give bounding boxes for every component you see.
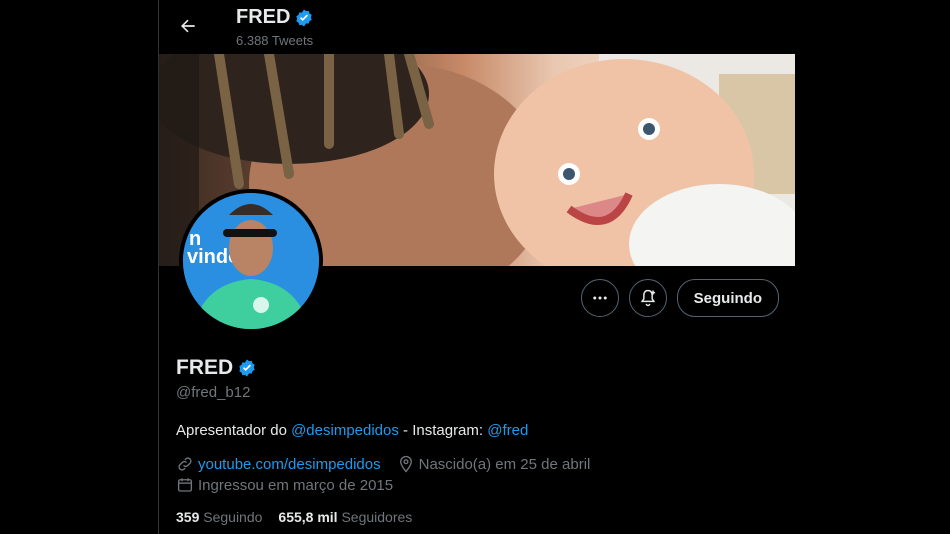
profile-handle: @fred_b12 xyxy=(176,384,251,401)
more-button[interactable] xyxy=(580,279,619,317)
back-arrow-icon xyxy=(178,16,198,36)
more-icon xyxy=(591,289,609,307)
profile-meta-row-2: Ingressou em março de 2015 xyxy=(176,476,393,494)
link-icon xyxy=(176,455,194,473)
followers-label: Seguidores xyxy=(341,509,413,525)
following-button[interactable]: Seguindo xyxy=(676,279,779,317)
joined-text: Ingressou em março de 2015 xyxy=(198,476,394,494)
profile-bio: Apresentador do @desimpedidos - Instagra… xyxy=(176,422,528,439)
bio-mention-desimpedidos[interactable]: @desimpedidos xyxy=(291,422,399,439)
profile-stats: 359 Seguindo 655,8 mil Seguidores xyxy=(176,509,412,525)
profile-actions: Seguindo xyxy=(580,279,779,317)
profile-meta-row-1: youtube.com/desimpedidos Nascido(a) em 2… xyxy=(176,455,590,473)
header-name: FRED xyxy=(236,6,314,29)
verified-badge-icon xyxy=(237,358,257,378)
birthday-text: Nascido(a) em 25 de abril xyxy=(418,455,591,473)
tweet-count: 6.388 Tweets xyxy=(236,33,314,48)
website-link[interactable]: youtube.com/desimpedidos xyxy=(198,456,381,473)
profile-name: FRED xyxy=(176,356,257,380)
location-icon xyxy=(397,455,415,473)
following-count: 359 xyxy=(176,509,200,525)
back-button[interactable] xyxy=(173,11,203,41)
bio-text: Apresentador do xyxy=(176,422,292,439)
avatar[interactable]: n vindos! xyxy=(179,189,323,333)
notification-bell-icon xyxy=(638,288,658,308)
profile-header-bar: FRED 6.388 Tweets xyxy=(159,0,795,54)
following-stat[interactable]: 359 Seguindo xyxy=(176,509,262,525)
following-label: Seguindo xyxy=(203,509,263,525)
bio-text-middle: - Instagram: xyxy=(398,422,488,439)
profile-name-text: FRED xyxy=(176,356,234,379)
profile-column: FRED 6.388 Tweets n vindos! Seguindo FRE… xyxy=(158,0,795,534)
followers-stat[interactable]: 655,8 mil Seguidores xyxy=(278,509,412,525)
calendar-icon xyxy=(176,476,194,494)
notifications-button[interactable] xyxy=(628,279,667,317)
header-name-text: FRED xyxy=(236,6,291,28)
verified-badge-icon xyxy=(294,8,314,28)
followers-count: 655,8 mil xyxy=(278,509,338,525)
bio-mention-fred[interactable]: @fred xyxy=(487,422,528,439)
